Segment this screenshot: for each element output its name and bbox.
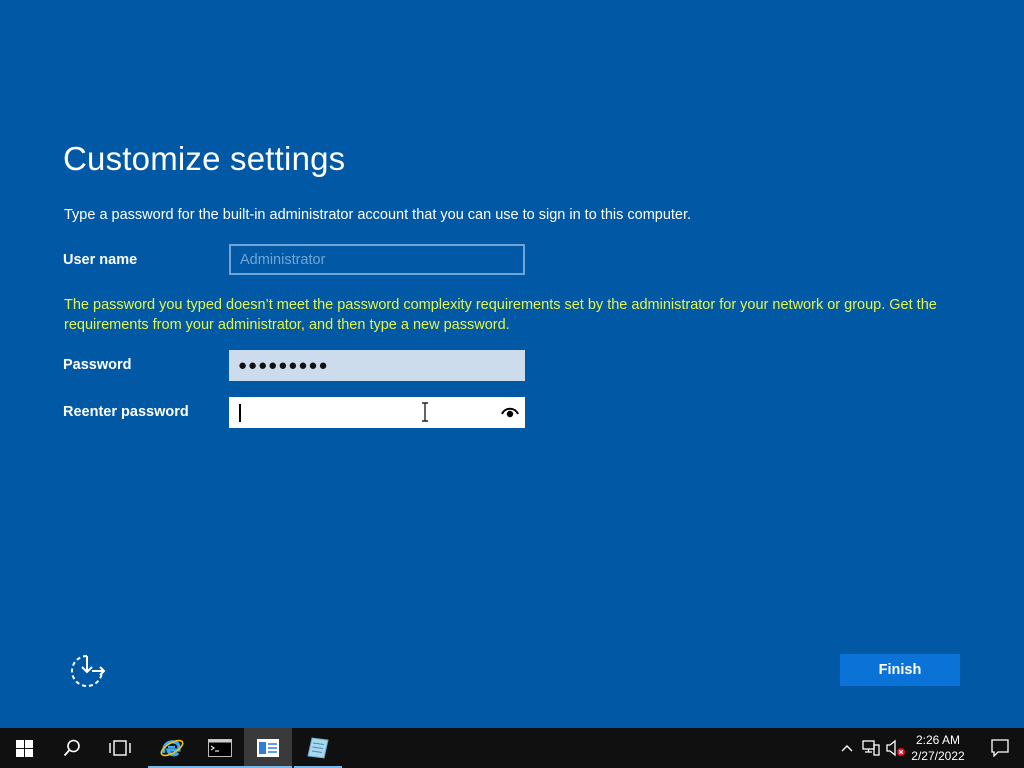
command-prompt-icon bbox=[208, 739, 232, 757]
reenter-password-label: Reenter password bbox=[63, 404, 189, 420]
username-placeholder: Administrator bbox=[240, 251, 326, 268]
instruction-text: Type a password for the built-in adminis… bbox=[64, 207, 692, 223]
taskbar-app-command-prompt[interactable] bbox=[196, 728, 244, 768]
password-mask: ●●●●●●●●● bbox=[238, 357, 329, 374]
password-complexity-warning: The password you typed doesn’t meet the … bbox=[64, 297, 937, 333]
windows-logo-icon bbox=[15, 739, 33, 757]
reenter-password-field[interactable] bbox=[229, 397, 525, 428]
password-label: Password bbox=[63, 357, 132, 373]
eye-icon[interactable] bbox=[501, 405, 519, 419]
start-button[interactable] bbox=[0, 728, 48, 768]
username-field: Administrator bbox=[229, 244, 525, 275]
taskbar-app-server-manager[interactable] bbox=[244, 728, 292, 768]
taskbar-app-notepad[interactable] bbox=[294, 728, 342, 768]
notepad-icon bbox=[307, 737, 329, 759]
finish-button[interactable]: Finish bbox=[840, 654, 960, 686]
action-center-button[interactable] bbox=[976, 728, 1024, 768]
task-view-icon bbox=[109, 740, 131, 756]
ibeam-cursor-icon bbox=[422, 402, 428, 422]
internet-explorer-icon bbox=[160, 739, 184, 757]
oobe-screen: Customize settings Type a password for t… bbox=[0, 0, 1024, 768]
search-button[interactable] bbox=[48, 728, 96, 768]
task-view-button[interactable] bbox=[96, 728, 144, 768]
password-field[interactable]: ●●●●●●●●● bbox=[229, 350, 525, 381]
show-hidden-icons-button[interactable] bbox=[837, 738, 857, 758]
taskbar: 2:26 AM 2/27/2022 bbox=[0, 728, 1024, 768]
network-icon bbox=[862, 740, 880, 756]
network-tray-button[interactable] bbox=[861, 738, 881, 758]
username-label: User name bbox=[63, 252, 138, 268]
server-manager-icon bbox=[257, 739, 279, 757]
clock-date: 2/27/2022 bbox=[911, 749, 965, 763]
taskbar-clock[interactable]: 2:26 AM 2/27/2022 bbox=[906, 731, 970, 765]
chevron-up-icon bbox=[841, 745, 853, 752]
volume-tray-button[interactable] bbox=[886, 738, 906, 758]
taskbar-app-internet-explorer[interactable] bbox=[148, 728, 196, 768]
page-title: Customize settings bbox=[63, 140, 346, 177]
clock-time: 2:26 AM bbox=[915, 733, 961, 747]
volume-muted-icon bbox=[886, 739, 905, 757]
ease-of-access-icon[interactable] bbox=[70, 654, 106, 688]
text-caret bbox=[239, 403, 241, 422]
search-icon bbox=[63, 739, 80, 757]
notification-icon bbox=[991, 739, 1009, 757]
